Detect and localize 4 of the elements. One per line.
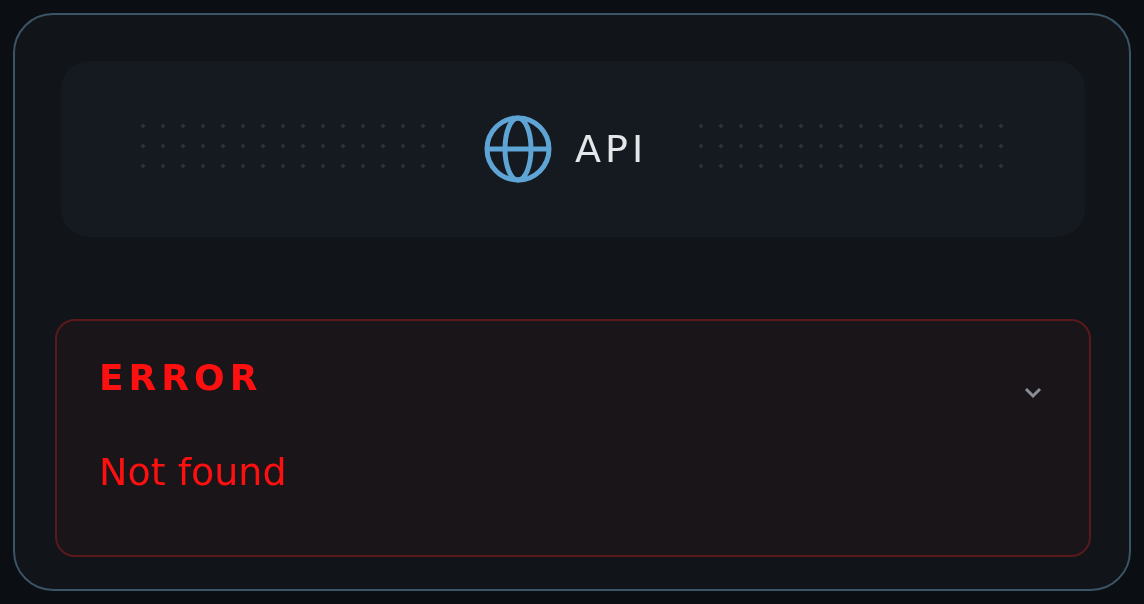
header-title: API [575,127,649,171]
globe-icon [483,114,553,184]
error-message: Not found [99,450,288,494]
error-label: ERROR [99,357,263,398]
